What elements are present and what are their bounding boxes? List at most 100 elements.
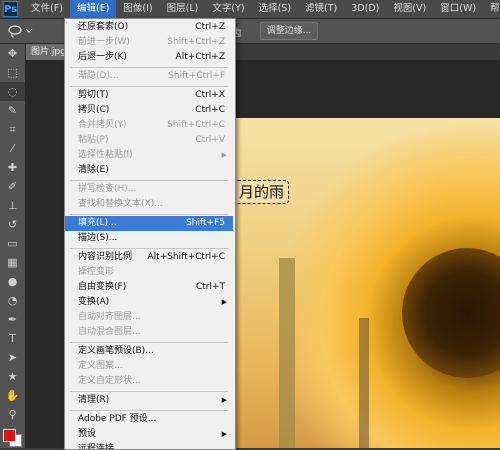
menu-bar: Ps 文件(F) 编辑(E) 图像(I) 图层(L) 文字(Y) 选择(S) 滤… xyxy=(0,0,500,19)
menu-item-paste[interactable]: 粘贴(P) Ctrl+V xyxy=(65,133,233,148)
menu-item-label: 还原套索(O) xyxy=(78,22,129,32)
menu-item-puppet-warp[interactable]: 操控变形 xyxy=(65,265,233,280)
menu-3d[interactable]: 3D(D) xyxy=(344,0,386,18)
menu-item-stroke[interactable]: 描边(S)... xyxy=(65,231,233,246)
menu-edit[interactable]: 编辑(E) xyxy=(70,0,117,18)
lasso-preset-icon[interactable] xyxy=(6,23,36,39)
menu-type[interactable]: 文字(Y) xyxy=(205,0,251,18)
menu-item-shortcut: Alt+Ctrl+Z xyxy=(175,52,225,62)
menu-item-paste-special[interactable]: 选择性粘贴(I) ▶ xyxy=(65,148,233,163)
menu-item-label: 定义画笔预设(B)... xyxy=(78,346,154,356)
shape-icon[interactable]: ★ xyxy=(0,367,25,386)
quick-select-icon[interactable]: ✎ xyxy=(0,101,25,120)
menu-item-label: 渐隐(D)... xyxy=(78,71,119,81)
menu-item-label: 定义图案... xyxy=(78,361,123,371)
menu-item-label: 清除(E) xyxy=(78,165,109,175)
path-select-icon[interactable]: ➤ xyxy=(0,348,25,367)
blur-icon[interactable]: ● xyxy=(0,272,25,291)
menu-item-define-shape[interactable]: 定义自定形状... xyxy=(65,374,233,389)
menu-item-shortcut: Ctrl+T xyxy=(195,282,225,292)
menu-layer[interactable]: 图层(L) xyxy=(160,0,206,18)
menu-item-label: 描边(S)... xyxy=(78,233,118,243)
sunflower-center xyxy=(402,248,500,378)
eraser-icon[interactable]: ▭ xyxy=(0,234,25,253)
marquee-icon[interactable]: ⬚ xyxy=(0,63,25,82)
pen-icon[interactable]: ✒ xyxy=(0,310,25,329)
menu-item-shortcut: Shift+Ctrl+C xyxy=(167,120,225,130)
menu-item-label: 前进一步(W) xyxy=(78,37,130,47)
menu-item-fill[interactable]: 填充(L)... Shift+F5 xyxy=(65,216,233,231)
menu-file[interactable]: 文件(F) xyxy=(24,0,70,18)
menu-item-define-brush[interactable]: 定义画笔预设(B)... xyxy=(65,344,233,359)
menu-item-free-transform[interactable]: 自由变换(F) Ctrl+T xyxy=(65,280,233,295)
menu-item-label: 粘贴(P) xyxy=(78,135,109,145)
menu-item-label: 变换(A) xyxy=(78,297,110,307)
menu-image[interactable]: 图像(I) xyxy=(116,0,159,18)
menu-item-shortcut: Alt+Shift+Ctrl+C xyxy=(147,252,225,262)
menu-item-shortcut: Ctrl+X xyxy=(195,90,225,100)
lasso-icon[interactable]: ◌ xyxy=(0,82,25,101)
menu-item-label: 自动对齐图层... xyxy=(78,312,141,322)
image-canvas[interactable] xyxy=(234,118,500,448)
menu-item-label: Adobe PDF 预设... xyxy=(78,414,157,424)
history-brush-icon[interactable]: ↺ xyxy=(0,215,25,234)
brush-icon[interactable]: ✐ xyxy=(0,177,25,196)
menu-item-label: 预设 xyxy=(78,429,97,439)
menu-item-define-pattern[interactable]: 定义图案... xyxy=(65,359,233,374)
menu-item-transform[interactable]: 变换(A) ▶ xyxy=(65,295,233,310)
canvas-text-selection[interactable]: 月的雨 xyxy=(234,180,290,204)
menu-item-label: 定义自定形状... xyxy=(78,376,141,386)
menu-item-find-replace[interactable]: 查找和替换文本(X)... xyxy=(65,197,233,212)
menu-item-label: 选择性粘贴(I) xyxy=(78,150,133,160)
menu-item-shortcut: Ctrl+C xyxy=(195,105,225,115)
submenu-arrow-icon: ▶ xyxy=(221,396,227,404)
canvas-post xyxy=(359,318,369,448)
menu-item-step-backward[interactable]: 后退一步(K) Alt+Ctrl+Z xyxy=(65,50,233,65)
menu-item-purge[interactable]: 清理(R) ▶ xyxy=(65,393,233,408)
menu-item-copy[interactable]: 拷贝(C) Ctrl+C xyxy=(65,103,233,118)
crop-icon[interactable]: ⌗ xyxy=(0,120,25,139)
healing-icon[interactable]: ✚ xyxy=(0,158,25,177)
refine-edge-button[interactable]: 调整边缘... xyxy=(260,22,318,40)
menu-item-label: 操控变形 xyxy=(78,267,115,277)
menu-item-step-forward[interactable]: 前进一步(W) Shift+Ctrl+Z xyxy=(65,35,233,50)
menu-view[interactable]: 视图(V) xyxy=(386,0,433,18)
submenu-arrow-icon: ▶ xyxy=(221,430,227,438)
menu-item-label: 填充(L)... xyxy=(78,218,117,228)
menu-item-spell-check[interactable]: 拼写检查(H)... xyxy=(65,182,233,197)
menu-item-undo[interactable]: 还原套索(O) Ctrl+Z xyxy=(65,20,233,35)
menu-item-pdf-presets[interactable]: Adobe PDF 预设... xyxy=(65,412,233,427)
submenu-arrow-icon: ▶ xyxy=(221,298,227,306)
menu-separator xyxy=(70,248,228,249)
dodge-icon[interactable]: ◔ xyxy=(0,291,25,310)
menu-item-presets[interactable]: 预设 ▶ xyxy=(65,427,233,442)
document-tab[interactable]: 图片.jpg xyxy=(26,44,66,60)
gradient-icon[interactable]: ▦ xyxy=(0,253,25,272)
menu-item-content-aware-scale[interactable]: 内容识别比例 Alt+Shift+Ctrl+C xyxy=(65,250,233,265)
menu-item-shortcut: Shift+Ctrl+F xyxy=(168,71,225,81)
menu-separator xyxy=(70,67,228,68)
type-icon[interactable]: T xyxy=(0,329,25,348)
menu-filter[interactable]: 滤镜(T) xyxy=(298,0,344,18)
menu-item-fade[interactable]: 渐隐(D)... Shift+Ctrl+F xyxy=(65,69,233,84)
menu-item-auto-align-layers[interactable]: 自动对齐图层... xyxy=(65,310,233,325)
menu-item-cut[interactable]: 剪切(T) Ctrl+X xyxy=(65,88,233,103)
menu-item-auto-blend-layers[interactable]: 自动混合图层... xyxy=(65,325,233,340)
zoom-icon[interactable]: ⚲ xyxy=(0,405,25,424)
menu-item-label: 自动混合图层... xyxy=(78,327,141,337)
submenu-arrow-icon: ▶ xyxy=(221,151,227,159)
foreground-color-swatch[interactable] xyxy=(3,429,16,442)
hand-icon[interactable]: ✋ xyxy=(0,386,25,405)
menu-item-clear[interactable]: 清除(E) xyxy=(65,163,233,178)
menu-select[interactable]: 选择(S) xyxy=(252,0,298,18)
menu-item-copy-merged[interactable]: 合并拷贝(Y) Shift+Ctrl+C xyxy=(65,118,233,133)
stamp-icon[interactable]: ⊥ xyxy=(0,196,25,215)
eyedropper-icon[interactable]: ⁄ xyxy=(0,139,25,158)
menu-item-label: 后退一步(K) xyxy=(78,52,127,62)
menu-item-remote-connections[interactable]: 远程连接... xyxy=(65,442,233,449)
menu-window[interactable]: 窗口(W) xyxy=(433,0,483,18)
canvas-stem xyxy=(279,258,295,448)
menu-help[interactable]: 帮助(H) xyxy=(483,0,500,18)
move-icon[interactable]: ✥ xyxy=(0,44,25,63)
menu-item-shortcut: Shift+F5 xyxy=(186,218,225,228)
